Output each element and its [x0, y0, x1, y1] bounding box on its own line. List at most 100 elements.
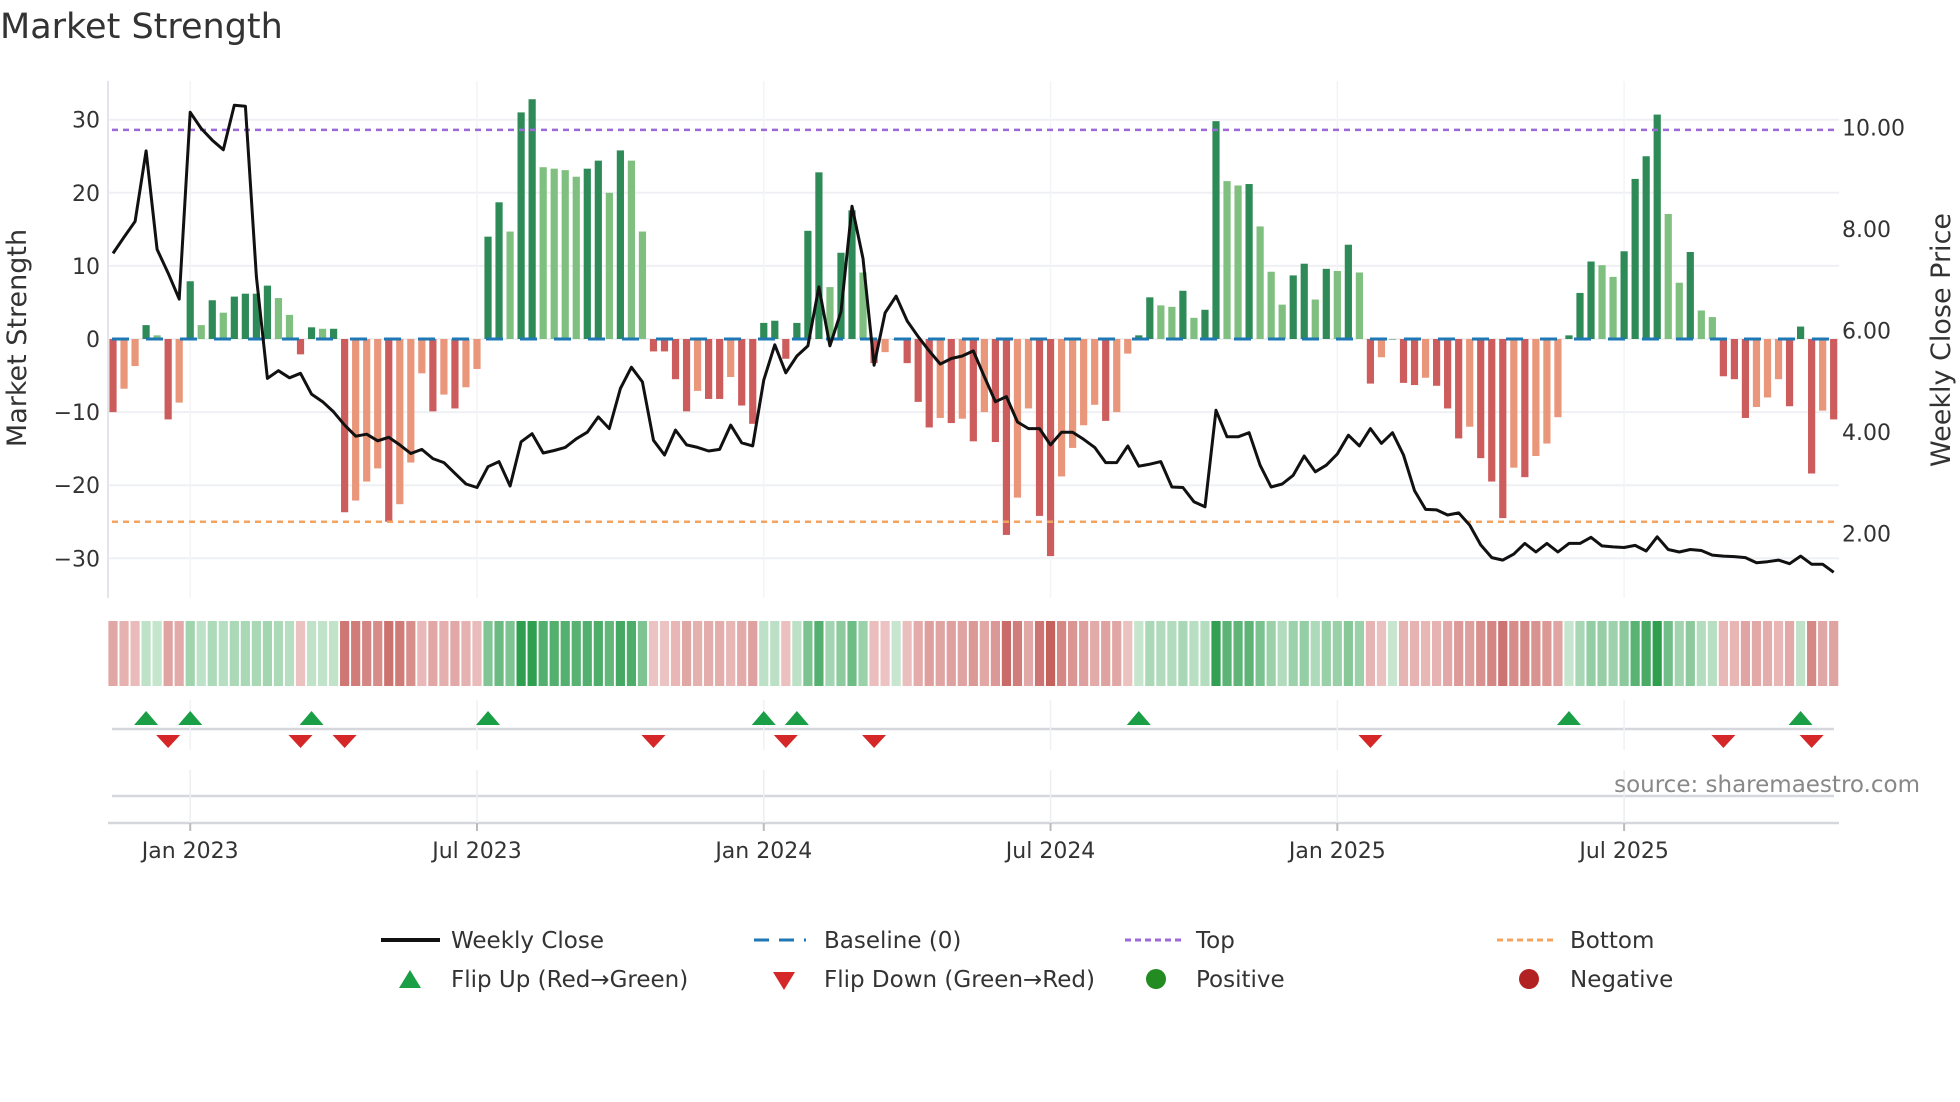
strength-bar	[451, 339, 459, 409]
heat-cell	[1575, 621, 1585, 686]
strength-bar	[649, 339, 658, 352]
strength-bar	[109, 339, 117, 413]
legend-flip-down: Flip Down (Green→Red)	[824, 967, 1095, 993]
strength-bar	[716, 339, 724, 399]
strength-bar	[440, 339, 448, 395]
strength-bar	[638, 231, 647, 339]
heat-cell	[1277, 621, 1287, 686]
strength-bar	[241, 293, 249, 339]
strength-bar	[1289, 275, 1297, 339]
left-tick-label: 30	[72, 109, 100, 134]
strength-bar	[539, 167, 547, 339]
legend-bottom: Bottom	[1570, 928, 1654, 954]
heat-cell	[373, 621, 383, 686]
strength-bar	[1642, 156, 1650, 339]
strength-bar	[1433, 339, 1441, 386]
heat-cell	[880, 621, 890, 686]
strength-bar	[396, 339, 404, 505]
heat-cell	[946, 621, 956, 686]
strength-bar	[1819, 339, 1827, 411]
strength-bar	[1675, 282, 1683, 339]
strength-bar	[1808, 339, 1816, 474]
strength-bar	[1245, 184, 1253, 339]
strength-bar	[506, 231, 514, 339]
flip-down-marker	[156, 735, 181, 748]
heat-cell	[1707, 621, 1717, 686]
heat-cell	[207, 621, 217, 686]
heat-cell	[152, 621, 162, 686]
heat-cell	[836, 621, 846, 686]
heat-cell	[262, 621, 273, 686]
heat-cell	[1409, 621, 1420, 686]
strength-bar	[1179, 290, 1187, 339]
heat-cell	[957, 621, 967, 686]
strength-bar	[1388, 339, 1397, 340]
strength-bar	[1752, 339, 1761, 407]
heat-cell	[1200, 621, 1210, 686]
heat-cell	[858, 621, 868, 686]
heat-cell	[1498, 621, 1508, 686]
strength-bar	[528, 99, 536, 340]
heat-cell	[185, 621, 195, 686]
heat-cell	[781, 621, 791, 686]
heat-cell	[417, 621, 427, 686]
strength-bar	[1024, 339, 1033, 409]
flip-down-marker	[288, 735, 313, 748]
flip-up-marker	[134, 711, 159, 725]
legend-negative-icon	[1519, 969, 1539, 989]
strength-bar	[429, 339, 437, 412]
heat-cell	[1685, 621, 1695, 686]
heat-cell	[1586, 621, 1596, 686]
heat-cell	[1729, 621, 1740, 686]
strength-bar	[1741, 339, 1750, 418]
heat-cell	[1354, 621, 1364, 686]
market-strength-chart: Market Strength 30 20 10 0 −10 −20 −30 10.00 8.…	[0, 7, 1957, 993]
strength-bar	[671, 339, 680, 380]
strength-bar	[1664, 213, 1672, 339]
heat-cell	[428, 621, 438, 686]
strength-bar	[1730, 339, 1739, 380]
strength-bar	[815, 172, 823, 339]
right-axis-ticks: 10.00 8.00 6.00 4.00 2.00	[1842, 117, 1905, 548]
strength-bar	[804, 230, 812, 339]
strength-bar	[1355, 272, 1363, 339]
strength-bar	[219, 312, 227, 339]
strength-bar	[1256, 226, 1264, 339]
strength-bar	[782, 339, 790, 359]
heat-cell	[1134, 621, 1144, 686]
strength-bar	[1477, 339, 1485, 459]
heat-cell	[1112, 621, 1122, 686]
strength-bar	[208, 300, 216, 339]
strength-bar	[1543, 339, 1551, 444]
heat-cell	[1233, 621, 1243, 686]
strength-bar	[1620, 251, 1628, 339]
strength-bar	[1631, 178, 1639, 339]
left-tick-label: 0	[86, 328, 100, 353]
heat-cell	[1718, 621, 1728, 686]
heat-cell	[1432, 621, 1442, 686]
strength-bar	[1410, 339, 1419, 386]
strength-bar	[914, 339, 922, 402]
heat-cell	[803, 621, 813, 686]
strength-bar	[120, 339, 128, 389]
strength-bar	[616, 150, 624, 339]
heat-cell	[1056, 621, 1067, 686]
heat-cell	[1178, 621, 1188, 686]
strength-bar	[1333, 271, 1341, 339]
heat-cell	[1608, 621, 1618, 686]
heat-cell	[1597, 621, 1607, 686]
strength-bar	[1686, 252, 1694, 339]
strength-bar	[263, 285, 272, 339]
heat-cell	[637, 621, 648, 686]
heat-cell	[1531, 621, 1541, 686]
left-tick-label: 10	[72, 255, 100, 280]
strength-bar	[760, 322, 768, 339]
heat-cell	[1321, 621, 1331, 686]
heat-cell	[593, 621, 603, 686]
strength-bar	[186, 281, 194, 339]
flip-up-marker	[1126, 711, 1151, 725]
strength-bar	[1002, 339, 1011, 535]
heat-cell	[814, 621, 824, 686]
strength-bar	[738, 339, 746, 406]
strength-bar	[991, 339, 999, 443]
